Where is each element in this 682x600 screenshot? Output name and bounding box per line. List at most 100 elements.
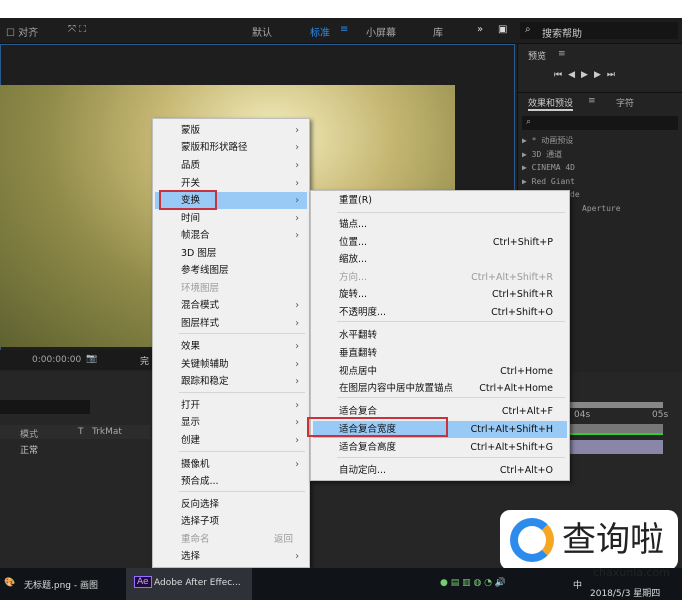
mode-select[interactable]: 正常	[20, 443, 38, 456]
menu-item[interactable]: 适合复合高度 Ctrl+Alt+Shift+G	[313, 439, 567, 456]
menu-item-label: 反向选择	[181, 499, 220, 510]
menu-item[interactable]: 选择子项	[155, 513, 307, 530]
chevron-right-icon: ›	[295, 195, 299, 206]
menu-item[interactable]: 位置... Ctrl+Shift+P	[313, 234, 567, 251]
search-placeholder: 搜索帮助	[542, 29, 582, 40]
panel-icon[interactable]: ▣	[498, 24, 507, 35]
menu-item-label: 视点居中	[339, 366, 378, 377]
taskbar: 🎨 无标题.png - 画图 Ae Adobe After Effec... ●…	[0, 566, 682, 600]
playback-controls[interactable]: ⏮◀▶▶⏭	[554, 70, 621, 80]
workspace-standard[interactable]: 标准	[310, 24, 330, 39]
chevron-right-icon: ›	[295, 341, 299, 352]
more-button[interactable]: »	[477, 24, 483, 35]
menu-item[interactable]: 反向选择	[155, 496, 307, 513]
menu-item[interactable]: 选择 ›	[155, 548, 307, 565]
menu-separator	[337, 397, 565, 398]
menu-item[interactable]: 混合模式 ›	[155, 297, 307, 314]
workspace-library[interactable]: 库	[433, 24, 443, 39]
menu-item[interactable]: 摄像机 ›	[155, 456, 307, 473]
effects-search[interactable]: ⌕	[522, 116, 678, 130]
effects-item[interactable]: ▶ Red Giant	[522, 175, 621, 189]
menu-item-label: 选择	[181, 551, 201, 562]
search-icon: ⌕	[525, 24, 531, 35]
menu-item-label: 重命名	[181, 534, 210, 545]
menu-separator	[337, 212, 565, 213]
menu-item[interactable]: 时间 ›	[155, 210, 307, 227]
layer-bar[interactable]	[570, 424, 663, 435]
menu-item[interactable]: 预合成...	[155, 473, 307, 490]
search-help-input[interactable]: ⌕ 搜索帮助	[520, 22, 678, 40]
menu-item-label: 打开	[181, 400, 201, 411]
menu-item[interactable]: 品质 ›	[155, 157, 307, 174]
menu-item[interactable]: 关键帧辅助 ›	[155, 356, 307, 373]
menu-item-label: 缩放...	[339, 254, 368, 265]
menu-item[interactable]: 蒙版和形状路径 ›	[155, 139, 307, 156]
chevron-right-icon: ›	[295, 300, 299, 311]
menu-item[interactable]: 蒙版 ›	[155, 122, 307, 139]
menu-item[interactable]: 自动定向... Ctrl+Alt+O	[313, 462, 567, 479]
menu-item[interactable]: 不透明度... Ctrl+Shift+O	[313, 304, 567, 321]
menu-item-label: 方向...	[339, 272, 368, 283]
timecode[interactable]: 0:00:00:00	[32, 355, 81, 365]
menu-icon[interactable]: ≡	[558, 49, 566, 59]
taskbar-app-ae[interactable]: Ae Adobe After Effec...	[126, 568, 252, 600]
menu-item[interactable]: 水平翻转	[313, 327, 567, 344]
menu-item[interactable]: 参考线图层	[155, 262, 307, 279]
work-area-bar[interactable]	[570, 402, 663, 408]
menu-item[interactable]: 创建 ›	[155, 432, 307, 449]
shortcut-label: Ctrl+Alt+O	[499, 465, 553, 476]
effects-item[interactable]: ▶ 3D 通道	[522, 148, 621, 162]
layer-bar[interactable]	[570, 440, 663, 454]
menu-item[interactable]: 重置(R)	[313, 192, 567, 209]
menu-item[interactable]: 垂直翻转	[313, 345, 567, 362]
tool-icon[interactable]: ⤧ ⛶	[68, 24, 86, 35]
menu-item-label: 预合成...	[181, 476, 219, 487]
watermark: 查询啦	[500, 510, 678, 570]
timeline-search[interactable]	[0, 400, 90, 414]
menu-item-label: 图层样式	[181, 318, 220, 329]
align-checkbox[interactable]: ☐ 对齐	[6, 24, 38, 39]
tab-character[interactable]: 字符	[616, 96, 634, 109]
menu-item: 重命名 返回	[155, 531, 307, 548]
menu-item[interactable]: 打开 ›	[155, 397, 307, 414]
effects-item[interactable]: ▶ * 动画预设	[522, 134, 621, 148]
camera-icon[interactable]: 📷	[86, 354, 97, 364]
menu-item-label: 重置(R)	[339, 195, 373, 206]
tick-label: 04s	[574, 410, 591, 420]
chevron-right-icon: ›	[295, 178, 299, 189]
shortcut-label: Ctrl+Alt+Shift+R	[471, 272, 553, 283]
menu-item[interactable]: 跟踪和稳定 ›	[155, 373, 307, 390]
menu-item[interactable]: 视点居中 Ctrl+Home	[313, 363, 567, 380]
chevron-right-icon: ›	[295, 459, 299, 470]
menu-item[interactable]: 效果 ›	[155, 338, 307, 355]
menu-icon[interactable]: ≡	[340, 24, 348, 35]
workspace-default[interactable]: 默认	[252, 24, 272, 39]
menu-item[interactable]: 旋转... Ctrl+Shift+R	[313, 286, 567, 303]
menu-separator	[179, 392, 305, 393]
menu-item[interactable]: 帧混合 ›	[155, 227, 307, 244]
tray-icons[interactable]: ● ▤ ▥ ◍ ◔ 🔊	[440, 578, 506, 588]
chevron-right-icon: ›	[295, 318, 299, 329]
shortcut-label: 返回	[273, 534, 293, 545]
clock-date[interactable]: 2018/5/3 星期四	[590, 586, 660, 599]
tab-effects[interactable]: 效果和预设	[528, 96, 574, 111]
menu-separator	[337, 321, 565, 322]
logo-icon	[510, 518, 554, 562]
menu-item[interactable]: 锚点...	[313, 216, 567, 233]
taskbar-app-paint[interactable]: 无标题.png - 画图	[24, 578, 98, 591]
menu-item[interactable]: 缩放...	[313, 251, 567, 268]
preview-title: 预览	[528, 52, 547, 62]
menu-item-label: 蒙版和形状路径	[181, 142, 248, 153]
workspace-small[interactable]: 小屏幕	[366, 24, 396, 39]
ime-indicator[interactable]: 中	[573, 578, 582, 591]
menu-item[interactable]: 在图层内容中居中放置锚点 Ctrl+Alt+Home	[313, 380, 567, 397]
menu-icon[interactable]: ≡	[588, 96, 596, 106]
menu-item[interactable]: 3D 图层	[155, 245, 307, 262]
menu-item[interactable]: 显示 ›	[155, 414, 307, 431]
effects-item[interactable]: ▶ CINEMA 4D	[522, 161, 621, 175]
menu-item-label: 蒙版	[181, 125, 201, 136]
complete-label: 完	[140, 357, 150, 367]
menu-separator	[179, 491, 305, 492]
col-mode: 模式	[20, 430, 39, 440]
menu-item[interactable]: 图层样式 ›	[155, 315, 307, 332]
